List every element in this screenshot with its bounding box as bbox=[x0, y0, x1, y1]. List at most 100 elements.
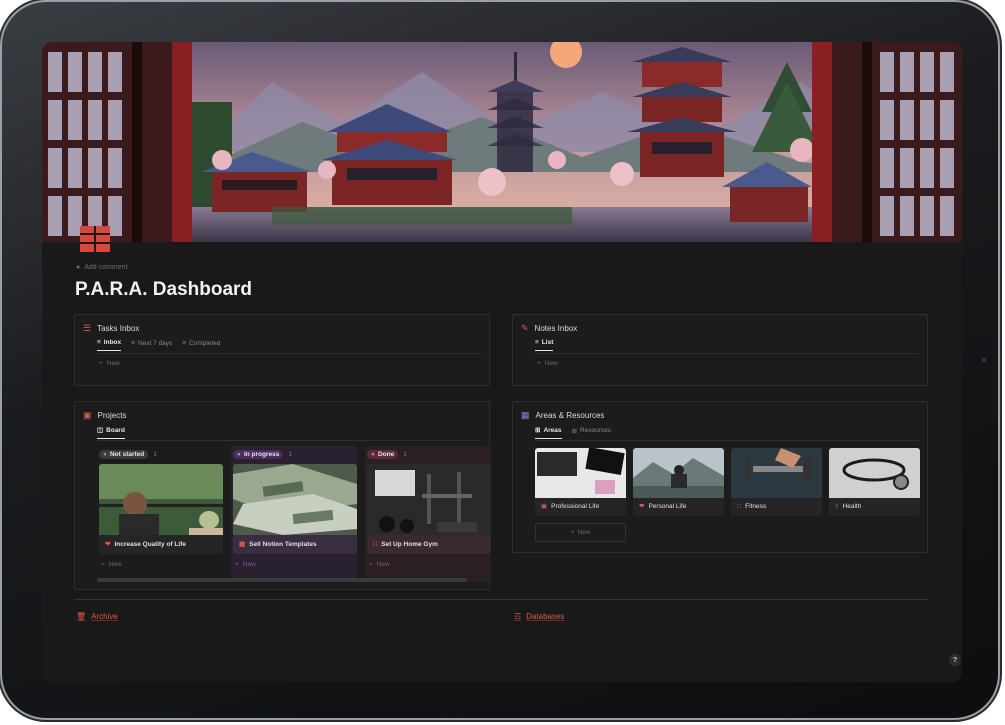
notes-inbox-title[interactable]: ✎ Notes Inbox bbox=[521, 323, 577, 334]
areas-view-tabs: ⊞ Areas ⊞ Resources bbox=[535, 426, 611, 439]
tab-board[interactable]: ◫ Board bbox=[97, 426, 125, 439]
tab-areas[interactable]: ⊞ Areas bbox=[535, 426, 562, 439]
card-cover-image bbox=[829, 448, 920, 498]
plus-icon: + bbox=[101, 561, 105, 568]
databases-link[interactable]: ☶ Databases bbox=[514, 612, 564, 621]
plus-icon: + bbox=[369, 561, 373, 568]
card-title: ∷ Set Up Home Gym bbox=[373, 540, 438, 549]
dumbbell-icon: ∷ bbox=[373, 541, 378, 548]
grid-icon: ▦ bbox=[521, 410, 530, 420]
gallery-new-button[interactable]: + New bbox=[535, 523, 626, 542]
divider bbox=[535, 440, 919, 441]
card-cover-image bbox=[535, 448, 626, 498]
column-new-button[interactable]: + New bbox=[235, 561, 256, 568]
tasks-inbox-block: ☰ Tasks Inbox ≡ Inbox ≡ Next 7 days ≡ Compl… bbox=[74, 314, 490, 386]
notes-inbox-block: ✎ Notes Inbox ≡ List + New bbox=[512, 314, 928, 386]
help-button[interactable]: ? bbox=[949, 654, 961, 666]
card-cover-image bbox=[731, 448, 822, 498]
tab-inbox[interactable]: ≡ Inbox bbox=[97, 339, 122, 351]
column-count: 1 bbox=[403, 451, 407, 458]
column-count: 1 bbox=[153, 451, 157, 458]
gallery-card[interactable]: ∷ Fitness bbox=[731, 448, 822, 516]
column-new-button[interactable]: + New bbox=[369, 561, 390, 568]
trash-icon: 🗑 bbox=[76, 612, 87, 621]
board-card[interactable]: ❤ Increase Quality of Life bbox=[99, 464, 223, 554]
column-header: ● Not started 1 bbox=[99, 450, 157, 459]
gallery-card[interactable]: ▣ Professional Life bbox=[535, 448, 626, 516]
gallery-icon: ⊞ bbox=[535, 427, 541, 434]
money-icon: ▦ bbox=[239, 541, 246, 548]
card-title: ▦ Sell Notion Templates bbox=[239, 540, 317, 549]
card-cover-image bbox=[99, 464, 223, 535]
pencil-icon: ✎ bbox=[521, 323, 529, 333]
briefcase-icon: ▣ bbox=[541, 503, 548, 510]
board-column-not-started: ● Not started 1 ❤ Increase Quality of Life… bbox=[97, 446, 223, 582]
status-badge[interactable]: ● Not started bbox=[99, 450, 149, 459]
heart-icon: ❤ bbox=[639, 503, 645, 510]
comment-icon: ● bbox=[76, 264, 81, 271]
board-column-done: ● Done 1 ∷ Set Up Home Gym + New bbox=[365, 446, 491, 582]
divider bbox=[74, 599, 929, 600]
board-column-in-progress: ● In progress 1 ▦ Sell Notion Templates + N… bbox=[231, 446, 357, 582]
status-badge[interactable]: ● In progress bbox=[233, 450, 284, 459]
tab-completed[interactable]: ≡ Completed bbox=[182, 339, 220, 351]
status-dot: ● bbox=[237, 451, 241, 458]
tasks-view-tabs: ≡ Inbox ≡ Next 7 days ≡ Completed bbox=[97, 339, 221, 351]
column-header: ● Done 1 bbox=[367, 450, 407, 459]
card-cover-image bbox=[367, 464, 491, 535]
heart-icon: ❤ bbox=[105, 541, 111, 548]
archive-link[interactable]: 🗑 Archive bbox=[76, 612, 118, 621]
gallery-card[interactable]: ⚕ Health bbox=[829, 448, 920, 516]
notes-new-button[interactable]: + New bbox=[537, 360, 558, 367]
list-icon: ≡ bbox=[131, 339, 135, 347]
tasks-inbox-title[interactable]: ☰ Tasks Inbox bbox=[83, 323, 139, 334]
camera-dot bbox=[982, 358, 986, 362]
horizontal-scrollbar[interactable] bbox=[97, 578, 467, 582]
plus-icon: + bbox=[99, 360, 103, 367]
divider bbox=[535, 353, 919, 354]
status-dot: ● bbox=[103, 451, 107, 458]
list-icon: ≡ bbox=[97, 339, 101, 346]
tab-next-7-days[interactable]: ≡ Next 7 days bbox=[131, 339, 172, 351]
list-icon: ≡ bbox=[535, 339, 539, 346]
dumbbell-icon: ∷ bbox=[737, 503, 742, 510]
projects-view-tabs: ◫ Board bbox=[97, 426, 125, 439]
board-card[interactable]: ∷ Set Up Home Gym bbox=[367, 464, 491, 554]
pagoda-cover-art bbox=[42, 42, 962, 242]
briefcase-icon: ▣ bbox=[83, 410, 92, 420]
divider bbox=[97, 440, 481, 441]
status-badge[interactable]: ● Done bbox=[367, 450, 399, 459]
card-title: ❤ Increase Quality of Life bbox=[105, 540, 186, 549]
page-title: P.A.R.A. Dashboard bbox=[75, 279, 253, 300]
projects-title[interactable]: ▣ Projects bbox=[83, 410, 126, 421]
gallery-card[interactable]: ❤ Personal Life bbox=[633, 448, 724, 516]
status-dot: ● bbox=[371, 451, 375, 458]
column-count: 1 bbox=[288, 451, 292, 458]
notes-view-tabs: ≡ List bbox=[535, 339, 554, 351]
divider bbox=[97, 353, 481, 354]
card-title: ❤ Personal Life bbox=[639, 502, 687, 511]
tab-list[interactable]: ≡ List bbox=[535, 339, 554, 351]
board-card[interactable]: ▦ Sell Notion Templates bbox=[233, 464, 357, 554]
projects-block: ▣ Projects ◫ Board ● Not started 1 ❤ Inc… bbox=[74, 401, 491, 590]
cover-image bbox=[42, 42, 962, 242]
tab-resources[interactable]: ⊞ Resources bbox=[572, 426, 612, 439]
checklist-icon: ☰ bbox=[83, 323, 92, 333]
areas-resources-block: ▦ Areas & Resources ⊞ Areas ⊞ Resources ▣ P… bbox=[512, 401, 928, 553]
stethoscope-icon: ⚕ bbox=[835, 503, 839, 510]
card-title: ⚕ Health bbox=[835, 502, 862, 511]
plus-icon: + bbox=[570, 529, 575, 536]
notion-page: ● Add comment P.A.R.A. Dashboard ☰ Tasks… bbox=[42, 42, 962, 682]
areas-resources-title[interactable]: ▦ Areas & Resources bbox=[521, 410, 604, 421]
red-grid-icon[interactable] bbox=[78, 224, 112, 254]
column-header: ● In progress 1 bbox=[233, 450, 292, 459]
board-icon: ◫ bbox=[97, 427, 104, 434]
column-new-button[interactable]: + New bbox=[101, 561, 122, 568]
database-icon: ☶ bbox=[514, 612, 522, 621]
plus-icon: + bbox=[235, 561, 239, 568]
tasks-new-button[interactable]: + New bbox=[99, 360, 120, 367]
list-icon: ≡ bbox=[182, 339, 187, 347]
gallery-icon: ⊞ bbox=[571, 427, 577, 435]
card-title: ▣ Professional Life bbox=[541, 502, 600, 511]
add-comment-button[interactable]: ● Add comment bbox=[76, 264, 127, 271]
